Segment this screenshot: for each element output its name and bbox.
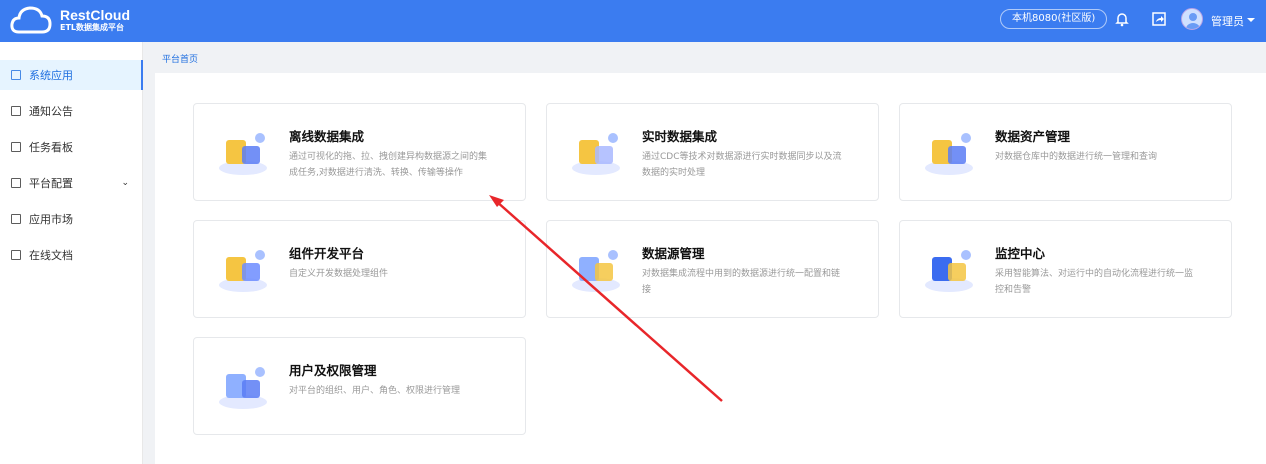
- card-title: 组件开发平台: [289, 246, 365, 261]
- card-monitor-center[interactable]: 监控中心 采用智能算法、对运行中的自动化流程进行统一监控和告警: [899, 220, 1232, 318]
- sidebar-item-task-board[interactable]: 任务看板: [0, 132, 143, 162]
- card-title: 用户及权限管理: [289, 363, 377, 378]
- terminal-icon: [11, 178, 21, 188]
- avatar[interactable]: [1181, 8, 1203, 30]
- sidebar-item-docs[interactable]: 在线文档: [0, 240, 143, 270]
- card-title: 离线数据集成: [289, 129, 365, 144]
- logo[interactable]: RestCloud ETL数据集成平台: [10, 6, 130, 34]
- card-description: 通过可视化的拖、拉、拽创建异构数据源之间的集成任务,对数据进行清洗、转换、传输等…: [289, 152, 488, 178]
- datasource-illustration-icon: [572, 250, 620, 292]
- top-header: RestCloud ETL数据集成平台 本机8080(社区版) 管理员: [0, 0, 1266, 42]
- breadcrumb[interactable]: 平台首页: [162, 52, 198, 65]
- user-permission-illustration-icon: [219, 367, 267, 409]
- card-title: 实时数据集成: [642, 129, 718, 144]
- environment-badge[interactable]: 本机8080(社区版): [1000, 9, 1108, 29]
- sidebar-item-platform-config[interactable]: 平台配置 ⌄: [0, 168, 143, 198]
- realtime-integration-illustration-icon: [572, 133, 620, 175]
- card-description: 对数据仓库中的数据进行统一管理和查询: [995, 152, 1158, 162]
- document-icon: [11, 250, 21, 260]
- card-datasource[interactable]: 数据源管理 对数据集成流程中用到的数据源进行统一配置和链接: [546, 220, 879, 318]
- card-component-dev[interactable]: 组件开发平台 自定义开发数据处理组件: [193, 220, 526, 318]
- component-dev-illustration-icon: [219, 250, 267, 292]
- card-title: 数据源管理: [642, 246, 705, 261]
- brand-name: RestCloud: [60, 7, 130, 23]
- card-offline-integration[interactable]: 离线数据集成 通过可视化的拖、拉、拽创建异构数据源之间的集成任务,对数据进行清洗…: [193, 103, 526, 201]
- sidebar: 系统应用 通知公告 任务看板 平台配置 ⌄ 应用市场 在线文档: [0, 42, 143, 464]
- sidebar-item-label: 平台配置: [29, 177, 73, 190]
- card-description: 采用智能算法、对运行中的自动化流程进行统一监控和告警: [995, 269, 1194, 295]
- sidebar-item-label: 应用市场: [29, 213, 73, 226]
- brand-subtitle: ETL数据集成平台: [60, 23, 125, 32]
- sidebar-item-notices[interactable]: 通知公告: [0, 96, 143, 126]
- card-description: 通过CDC等技术对数据源进行实时数据同步以及流数据的实时处理: [642, 152, 842, 178]
- chevron-down-icon: ⌄: [121, 178, 129, 188]
- card-title: 数据资产管理: [995, 129, 1071, 144]
- card-description: 对数据集成流程中用到的数据源进行统一配置和链接: [642, 269, 841, 295]
- grid-icon: [11, 70, 21, 80]
- card-data-asset[interactable]: 数据资产管理 对数据仓库中的数据进行统一管理和查询: [899, 103, 1232, 201]
- share-screen-icon[interactable]: [1151, 11, 1167, 27]
- megaphone-icon: [11, 106, 21, 116]
- cloud-logo-icon: [10, 6, 52, 34]
- user-menu[interactable]: 管理员: [1211, 13, 1244, 29]
- sidebar-item-label: 系统应用: [29, 69, 73, 82]
- sidebar-item-system-apps[interactable]: 系统应用: [0, 60, 143, 90]
- sidebar-item-label: 在线文档: [29, 249, 73, 262]
- card-user-permission[interactable]: 用户及权限管理 对平台的组织、用户、角色、权限进行管理: [193, 337, 526, 435]
- monitor-center-illustration-icon: [925, 250, 973, 292]
- card-title: 监控中心: [995, 246, 1046, 261]
- data-asset-illustration-icon: [925, 133, 973, 175]
- sidebar-item-label: 通知公告: [29, 105, 73, 118]
- card-description: 自定义开发数据处理组件: [289, 269, 389, 279]
- sidebar-item-app-market[interactable]: 应用市场: [0, 204, 143, 234]
- offline-integration-illustration-icon: [219, 133, 267, 175]
- grid-icon: [11, 214, 21, 224]
- card-realtime-integration[interactable]: 实时数据集成 通过CDC等技术对数据源进行实时数据同步以及流数据的实时处理: [546, 103, 879, 201]
- board-icon: [11, 142, 21, 152]
- bell-icon[interactable]: [1114, 11, 1130, 27]
- card-description: 对平台的组织、用户、角色、权限进行管理: [289, 386, 461, 396]
- caret-down-icon[interactable]: [1247, 18, 1255, 26]
- sidebar-item-label: 任务看板: [29, 141, 73, 154]
